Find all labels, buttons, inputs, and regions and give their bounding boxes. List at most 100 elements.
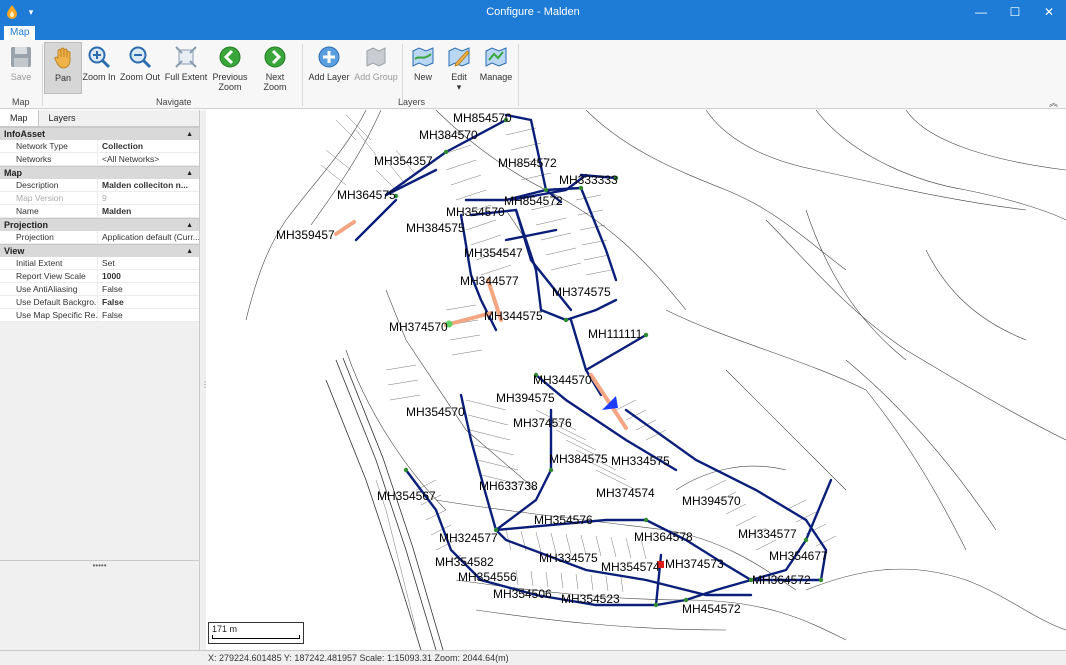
property-key: Networks <box>0 153 98 165</box>
collapse-caret-icon[interactable]: ▲ <box>186 219 193 232</box>
node-label: MH359457 <box>276 228 335 242</box>
properties-panel: Map Layers InfoAsset ▲ Network Type Collect… <box>0 110 200 650</box>
next-zoom-button[interactable]: Next Zoom <box>254 42 296 94</box>
node-label: MH854570 <box>453 111 512 125</box>
panel-resize-grip[interactable]: ••••• <box>0 560 199 576</box>
property-value[interactable]: False <box>98 296 199 308</box>
tab-panel-map[interactable]: Map <box>0 110 39 126</box>
collapse-caret-icon[interactable]: ▲ <box>186 245 193 258</box>
property-value[interactable]: Application default (Curr... <box>98 231 199 243</box>
node-label: MH334575 <box>539 551 598 565</box>
node-label: MH374573 <box>665 557 724 571</box>
property-row[interactable]: Name Malden <box>0 205 199 218</box>
node-label: MH394575 <box>496 391 555 405</box>
node-label: MH354677 <box>769 549 828 563</box>
node-label: MH344577 <box>460 274 519 288</box>
maximize-button[interactable]: ☐ <box>998 0 1032 24</box>
property-row[interactable]: Projection Application default (Curr... <box>0 231 199 244</box>
property-value[interactable]: False <box>98 283 199 295</box>
tab-map[interactable]: Map <box>4 26 36 40</box>
edit-button[interactable]: Edit ▾ <box>440 42 478 94</box>
collapse-caret-icon[interactable]: ▲ <box>186 167 193 180</box>
minimize-button[interactable]: — <box>964 0 998 24</box>
property-row[interactable]: Initial Extent Set <box>0 257 199 270</box>
property-value[interactable]: 9 <box>98 192 199 204</box>
node-label: MH354570 <box>406 405 465 419</box>
ribbon: Save Pan Zoom In Zoom Out Full Extent Pr… <box>0 40 1066 109</box>
map-new-icon <box>412 47 434 67</box>
node-label: MH354570 <box>446 205 505 219</box>
add-group-icon <box>366 47 386 67</box>
save-button[interactable]: Save <box>2 42 40 94</box>
property-key: Network Type <box>0 140 98 152</box>
node-label: MH354547 <box>464 246 523 260</box>
pan-button[interactable]: Pan <box>44 42 82 94</box>
property-category[interactable]: Projection ▲ <box>0 218 199 231</box>
category-label: Map <box>4 168 22 178</box>
node-label: MH324577 <box>439 531 498 545</box>
node-label: MH111111 <box>588 327 643 341</box>
property-row[interactable]: Networks <All Networks> <box>0 153 199 166</box>
add-group-button[interactable]: Add Group <box>354 42 398 94</box>
add-layer-icon <box>318 46 340 68</box>
property-category[interactable]: InfoAsset ▲ <box>0 127 199 140</box>
property-row[interactable]: Network Type Collection <box>0 140 199 153</box>
map-view[interactable]: MH854570 MH384570 MH354357 MH854572 MH33… <box>206 110 1066 650</box>
node-label: MH344570 <box>533 373 592 387</box>
zoom-in-button[interactable]: Zoom In <box>80 42 118 94</box>
property-value[interactable]: <All Networks> <box>98 153 199 165</box>
scale-bar-label: 171 m <box>212 624 238 634</box>
property-category[interactable]: Map ▲ <box>0 166 199 179</box>
quick-access-dropdown[interactable]: ▾ <box>24 7 38 18</box>
description-area <box>0 576 199 650</box>
property-key: Use Map Specific Re... <box>0 309 98 321</box>
property-row[interactable]: Use AntiAliasing False <box>0 283 199 296</box>
map-edit-icon <box>448 47 470 67</box>
property-row[interactable]: Map Version 9 <box>0 192 199 205</box>
collapse-ribbon-icon[interactable]: ︽ <box>1049 96 1058 109</box>
node-label: MH364572 <box>752 573 811 587</box>
node-label: MH333333 <box>559 173 618 187</box>
node-label: MH354523 <box>561 592 620 606</box>
node-label: MH854572 <box>498 156 557 170</box>
app-icon[interactable] <box>0 0 24 24</box>
tab-panel-layers[interactable]: Layers <box>39 110 86 126</box>
title-bar: ▾ Configure - Malden — ☐ ✕ <box>0 0 1066 24</box>
zoom-out-icon <box>129 46 152 69</box>
property-value[interactable]: Collection <box>98 140 199 152</box>
category-label: InfoAsset <box>4 129 46 139</box>
group-label-map: Map <box>12 97 30 107</box>
group-label-navigate: Navigate <box>156 97 192 107</box>
property-value[interactable]: 1000 <box>98 270 199 282</box>
add-layer-button[interactable]: Add Layer <box>308 42 350 94</box>
group-label-layers: Layers <box>398 97 426 107</box>
property-value[interactable]: Malden <box>98 205 199 217</box>
new-button[interactable]: New <box>404 42 442 94</box>
node-label: MH374575 <box>552 285 611 299</box>
node-label: MH344575 <box>484 309 543 323</box>
previous-zoom-button[interactable]: Previous Zoom <box>210 42 250 94</box>
property-row[interactable]: Report View Scale 1000 <box>0 270 199 283</box>
node-label: MH364578 <box>634 530 693 544</box>
map-canvas[interactable]: MH854570 MH384570 MH354357 MH854572 MH33… <box>206 110 1066 650</box>
property-key: Use Default Backgro... <box>0 296 98 308</box>
node-label: MH384575 <box>406 221 465 235</box>
property-category[interactable]: View ▲ <box>0 244 199 257</box>
node-label: MH633738 <box>479 479 538 493</box>
collapse-caret-icon[interactable]: ▲ <box>186 128 193 141</box>
property-value[interactable]: Malden colleciton n... <box>98 179 199 191</box>
property-key: Name <box>0 205 98 217</box>
zoom-in-icon <box>88 46 111 69</box>
property-key: Initial Extent <box>0 257 98 269</box>
property-value[interactable]: False <box>98 309 199 321</box>
property-value[interactable]: Set <box>98 257 199 269</box>
property-row[interactable]: Use Default Backgro... False <box>0 296 199 309</box>
property-grid: InfoAsset ▲ Network Type Collection Networks… <box>0 127 199 322</box>
property-row[interactable]: Use Map Specific Re... False <box>0 309 199 322</box>
zoom-out-button[interactable]: Zoom Out <box>120 42 160 94</box>
close-button[interactable]: ✕ <box>1032 0 1066 24</box>
manage-button[interactable]: Manage <box>476 42 516 94</box>
hand-icon <box>54 47 71 69</box>
property-row[interactable]: Description Malden colleciton n... <box>0 179 199 192</box>
full-extent-button[interactable]: Full Extent <box>164 42 208 94</box>
